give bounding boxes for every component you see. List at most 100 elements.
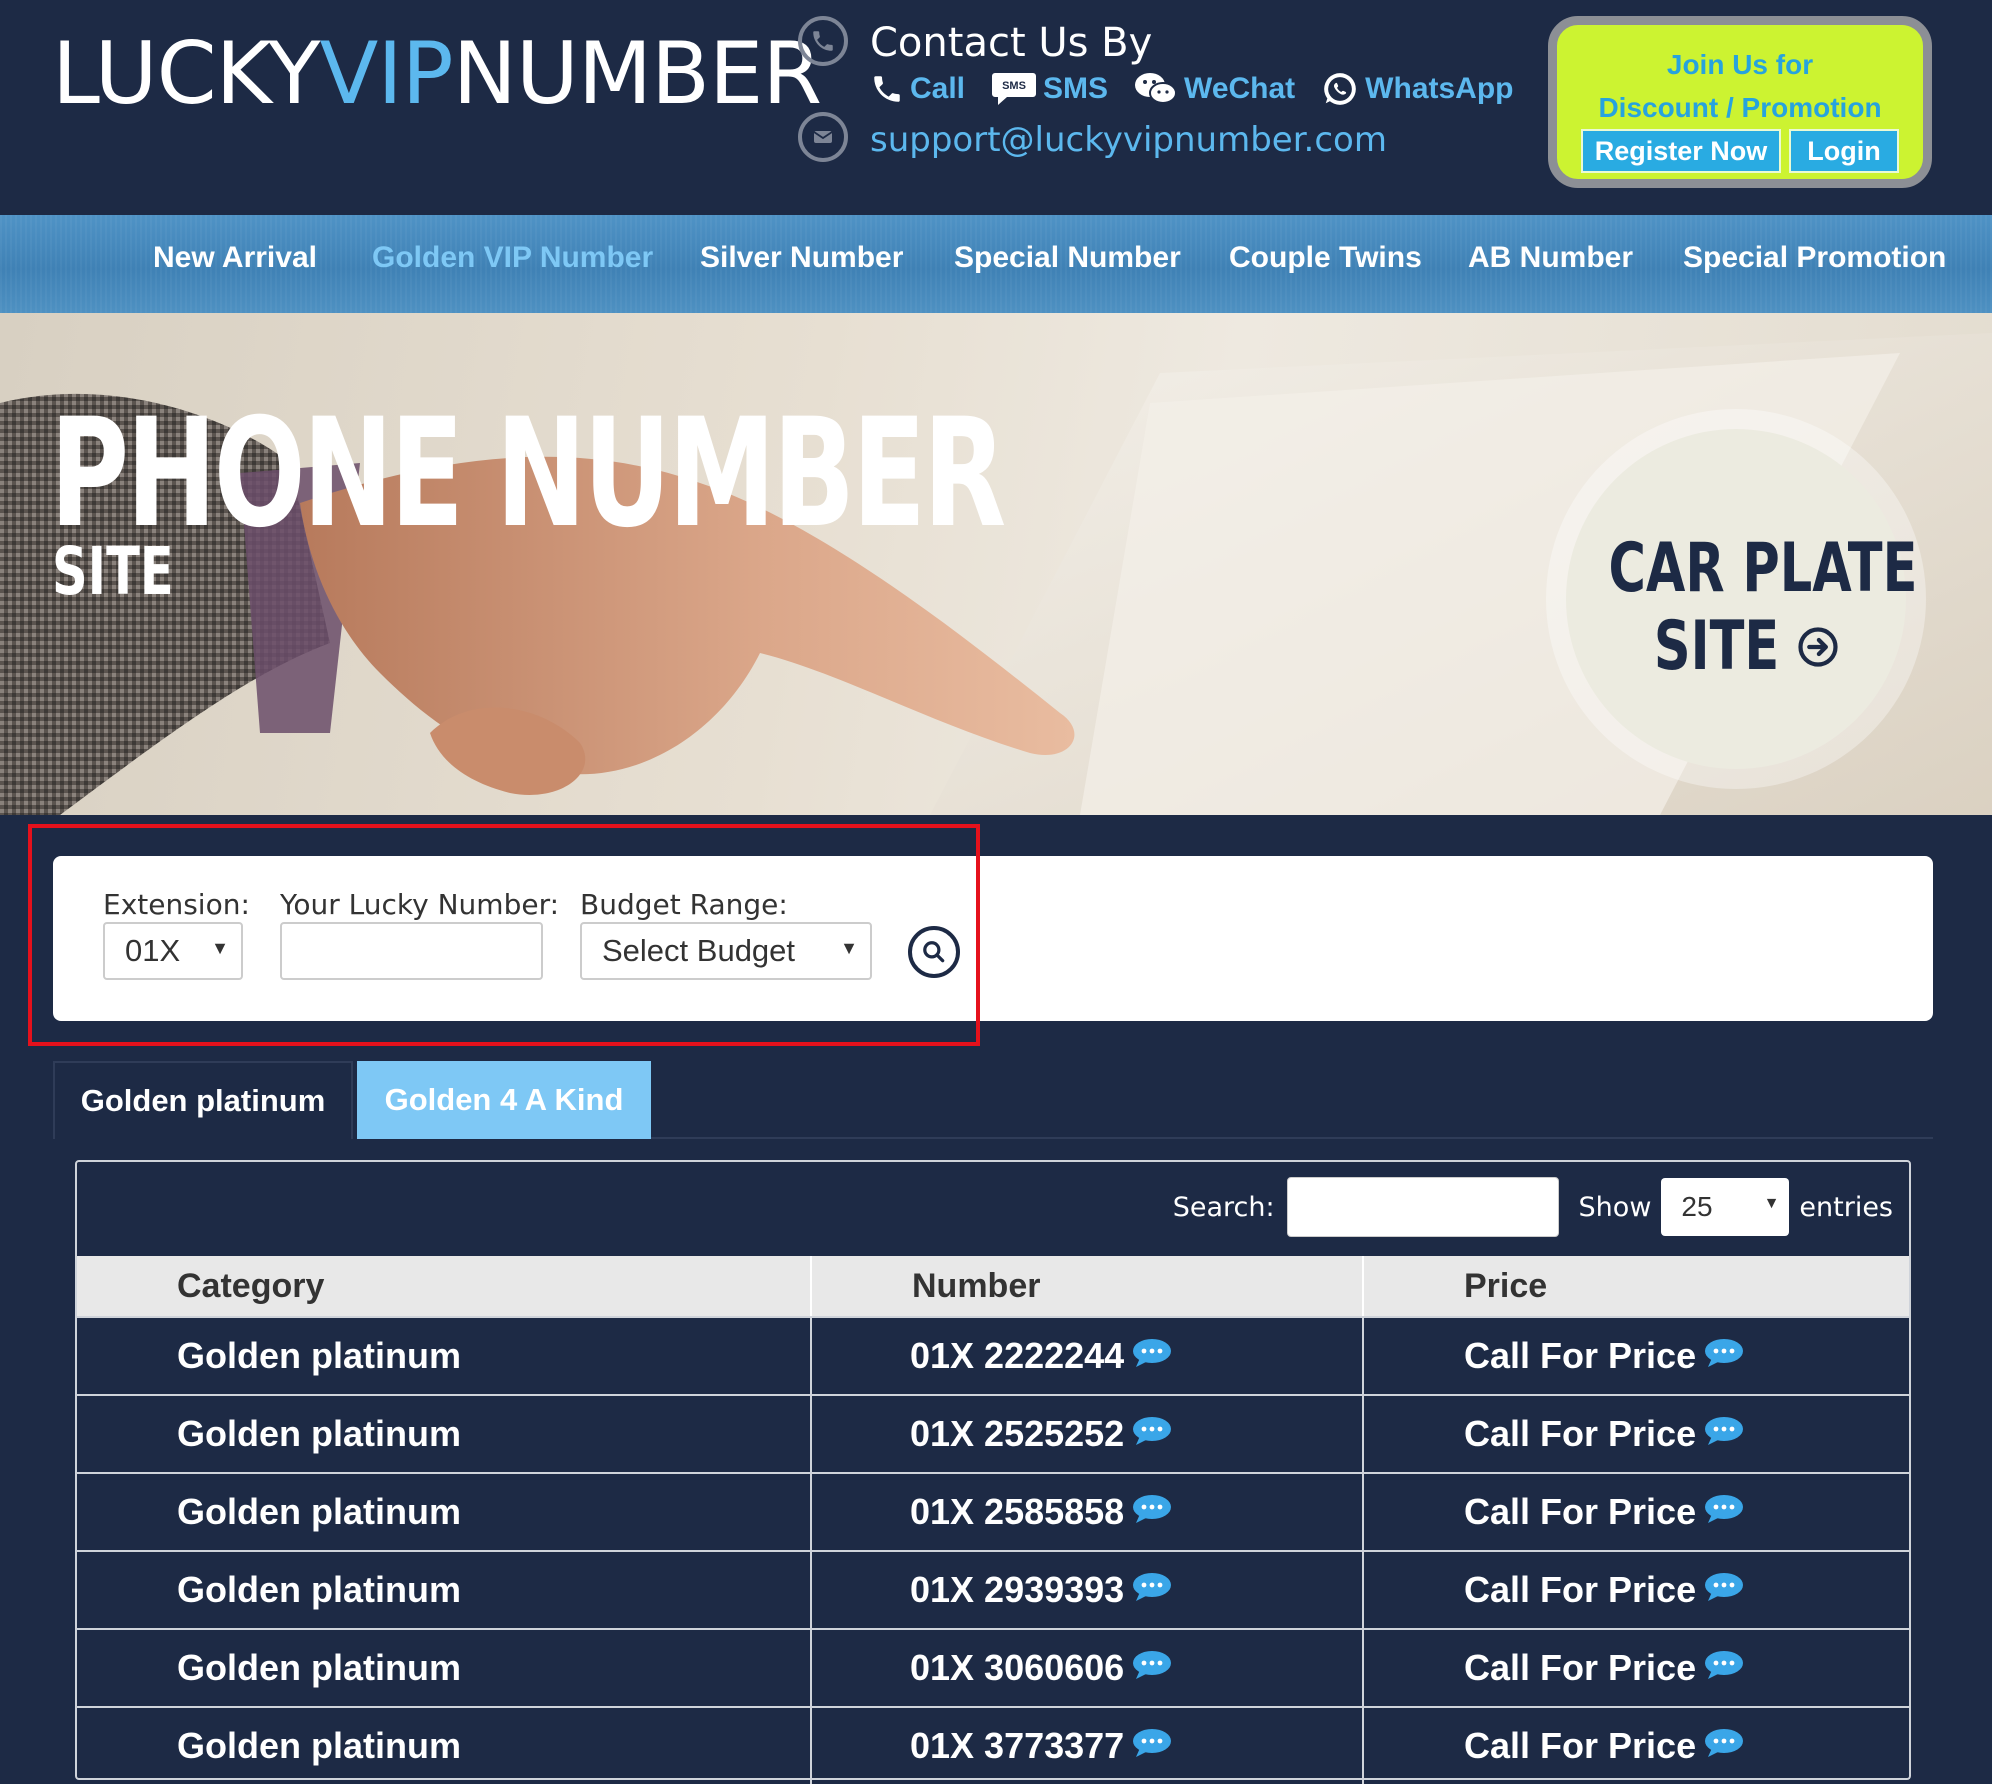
column-divider [1362, 1318, 1364, 1394]
price-text: Call For Price [1464, 1413, 1697, 1454]
nav-item-special-promotion[interactable]: Special Promotion [1683, 241, 1946, 275]
sms-label: SMS [1043, 72, 1109, 105]
car-plate-line2: SITE [1654, 607, 1780, 686]
cell-number: 01X 3060606 [910, 1630, 1172, 1706]
number-text: 01X 3773377 [910, 1725, 1125, 1766]
sms-bubble-icon: SMS [992, 73, 1037, 105]
column-divider [810, 1552, 812, 1628]
column-divider [1362, 1552, 1364, 1628]
table-row[interactable]: Golden platinum 01X 2585858 Call For Price [77, 1472, 1909, 1550]
join-text-line2: Discount / Promotion [1598, 92, 1882, 123]
cell-number: 01X 2585858 [910, 1474, 1172, 1550]
table-row[interactable]: Golden platinum 01X 3060606 Call For Price [77, 1628, 1909, 1706]
chat-bubble-icon[interactable] [1704, 1725, 1744, 1767]
whatsapp-label: WhatsApp [1365, 72, 1514, 105]
join-text-line1: Join Us for [1666, 49, 1814, 80]
car-plate-site-link[interactable]: CAR PLATE SITE [1546, 409, 1926, 789]
cell-category: Golden platinum [177, 1335, 461, 1376]
column-divider [810, 1256, 812, 1316]
chat-bubble-icon[interactable] [1132, 1491, 1172, 1533]
price-text: Call For Price [1464, 1491, 1697, 1532]
hero-banner: PHONE NUMBER SITE CAR PLATE SITE [0, 313, 1992, 815]
email-icon [798, 112, 848, 162]
column-divider [1362, 1630, 1364, 1706]
nav-item-couple-twins[interactable]: Couple Twins [1229, 241, 1422, 275]
car-plate-line2-wrap: SITE [1566, 607, 1906, 686]
column-divider [810, 1708, 812, 1784]
price-text: Call For Price [1464, 1725, 1697, 1766]
nav-item-special-number[interactable]: Special Number [954, 241, 1181, 275]
cell-price: Call For Price [1464, 1552, 1744, 1628]
chat-bubble-icon[interactable] [1132, 1569, 1172, 1611]
table-header: Category Number Price [77, 1256, 1909, 1316]
table-row[interactable]: Golden platinum 01X 2222244 Call For Price [77, 1316, 1909, 1394]
header-category[interactable]: Category [177, 1256, 324, 1316]
entries-label: entries [1799, 1191, 1893, 1223]
sms-link[interactable]: SMS SMS [991, 71, 1108, 107]
arrow-circle-right-icon [1797, 626, 1838, 667]
sms-icon-text: SMS [1002, 80, 1026, 92]
contact-title: Contact Us By [870, 20, 1153, 66]
cell-number: 01X 3773377 [910, 1708, 1172, 1784]
cell-price: Call For Price [1464, 1474, 1744, 1550]
wechat-icon [1135, 73, 1178, 104]
wechat-link[interactable]: WeChat [1134, 71, 1295, 107]
call-link[interactable]: Call [870, 72, 965, 106]
tab-golden-platinum[interactable]: Golden platinum [53, 1061, 353, 1139]
logo-text-vip: VIP [319, 24, 454, 124]
cell-number: 01X 2939393 [910, 1552, 1172, 1628]
contact-methods: Call SMS SMS WeChat WhatsApp [870, 70, 1540, 108]
cell-category: Golden platinum [177, 1413, 461, 1454]
chat-bubble-icon[interactable] [1704, 1569, 1744, 1611]
nav-item-golden-vip-number[interactable]: Golden VIP Number [372, 241, 653, 275]
chat-bubble-icon[interactable] [1132, 1413, 1172, 1455]
cell-number: 01X 2222244 [910, 1318, 1172, 1394]
tab-golden-4-a-kind[interactable]: Golden 4 A Kind [357, 1061, 651, 1139]
number-text: 01X 2222244 [910, 1335, 1125, 1376]
register-now-button[interactable]: Register Now [1581, 129, 1781, 173]
chat-bubble-icon[interactable] [1132, 1647, 1172, 1689]
whatsapp-link[interactable]: WhatsApp [1321, 70, 1514, 108]
table-row[interactable]: Golden platinum 01X 2525252 Call For Price [77, 1394, 1909, 1472]
price-text: Call For Price [1464, 1335, 1697, 1376]
chat-bubble-icon[interactable] [1704, 1647, 1744, 1689]
column-divider [1362, 1474, 1364, 1550]
table-row[interactable]: Golden platinum 01X 2939393 Call For Price [77, 1550, 1909, 1628]
phone-icon [798, 16, 848, 66]
nav-item-silver-number[interactable]: Silver Number [700, 241, 903, 275]
number-text: 01X 2525252 [910, 1413, 1125, 1454]
table-search-input[interactable] [1286, 1177, 1559, 1237]
chat-bubble-icon[interactable] [1132, 1335, 1172, 1377]
chat-bubble-icon[interactable] [1704, 1335, 1744, 1377]
nav-item-new-arrival[interactable]: New Arrival [153, 241, 317, 275]
car-plate-circle: CAR PLATE SITE [1566, 429, 1917, 769]
table-row[interactable]: Golden platinum 01X 3773377 Call For Price [77, 1706, 1909, 1784]
nav-item-ab-number[interactable]: AB Number [1468, 241, 1633, 275]
call-label: Call [910, 72, 966, 105]
numbers-table-panel: Search: Show 25 ▼ entries Category Numbe… [75, 1160, 1911, 1784]
table-search-label: Search: [1172, 1191, 1275, 1223]
tab-divider [651, 1137, 1933, 1139]
cell-number: 01X 2525252 [910, 1396, 1172, 1472]
column-divider [810, 1474, 812, 1550]
header-number[interactable]: Number [912, 1256, 1040, 1316]
site-logo[interactable]: LUCKYVIPNUMBER [52, 24, 822, 124]
support-email-link[interactable]: support@luckyvipnumber.com [870, 120, 1387, 160]
chat-bubble-icon[interactable] [1704, 1413, 1744, 1455]
caret-down-icon: ▼ [1763, 1195, 1780, 1212]
chat-bubble-icon[interactable] [1704, 1491, 1744, 1533]
entries-select[interactable]: 25 ▼ [1661, 1178, 1790, 1236]
cell-category: Golden platinum [177, 1647, 461, 1688]
header-price[interactable]: Price [1464, 1256, 1547, 1316]
wechat-label: WeChat [1184, 72, 1296, 105]
column-divider [1362, 1708, 1364, 1784]
login-button[interactable]: Login [1789, 129, 1899, 173]
price-text: Call For Price [1464, 1569, 1697, 1610]
number-text: 01X 2585858 [910, 1491, 1125, 1532]
chat-bubble-icon[interactable] [1132, 1725, 1172, 1767]
main-nav: New Arrival Golden VIP Number Silver Num… [0, 215, 1992, 313]
cell-price: Call For Price [1464, 1396, 1744, 1472]
number-text: 01X 3060606 [910, 1647, 1125, 1688]
whatsapp-icon [1324, 73, 1357, 105]
join-promo-box: Join Us for Discount / Promotion Registe… [1548, 16, 1932, 188]
